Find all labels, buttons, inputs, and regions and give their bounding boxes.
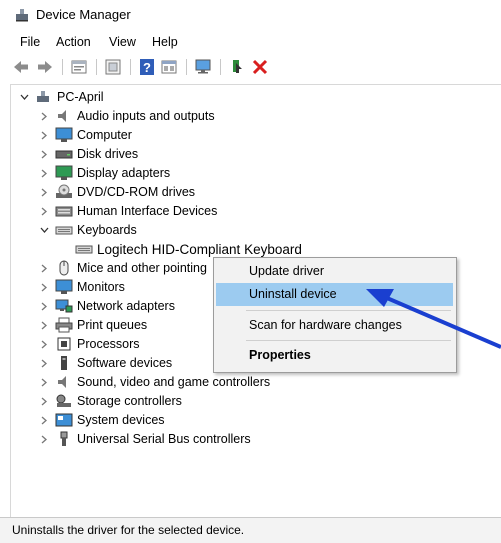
status-bar: Uninstalls the driver for the selected d… [0, 517, 501, 543]
menu-bar: File Action View Help [0, 32, 501, 52]
forward-icon[interactable] [36, 58, 54, 76]
tree-item-label: System devices [77, 413, 165, 427]
refresh-icon[interactable] [104, 58, 122, 76]
chevron-right-icon[interactable] [40, 131, 48, 140]
chevron-right-icon[interactable] [40, 340, 48, 349]
device-manager-icon [16, 9, 28, 22]
title-bar: Device Manager [0, 0, 501, 30]
help-icon[interactable]: ? [138, 58, 156, 76]
window-title: Device Manager [36, 7, 131, 22]
software-device-icon [61, 356, 67, 370]
menu-view[interactable]: View [109, 35, 136, 49]
speaker-icon [58, 110, 66, 122]
properties-icon[interactable] [70, 58, 88, 76]
status-text: Uninstalls the driver for the selected d… [12, 523, 245, 537]
tree-item-label: Computer [77, 128, 132, 142]
monitor-icon [55, 127, 73, 142]
dvd-drive-icon [56, 184, 72, 198]
chevron-right-icon[interactable] [40, 207, 48, 216]
chevron-down-icon[interactable] [20, 93, 29, 101]
tree-item-label: Software devices [77, 356, 173, 370]
annotation-arrow-icon [366, 289, 501, 349]
keyboard-icon [55, 226, 73, 235]
chevron-right-icon[interactable] [40, 112, 48, 121]
monitor-icon [55, 279, 73, 294]
svg-text:?: ? [143, 60, 151, 75]
toolbar: ? [0, 56, 501, 80]
tree-item-label: Display adapters [77, 166, 171, 180]
chevron-right-icon[interactable] [40, 150, 48, 159]
chevron-right-icon[interactable] [40, 169, 48, 178]
tree-item-label: Universal Serial Bus controllers [77, 432, 251, 446]
disk-drive-icon [55, 150, 73, 159]
tree-item-label: Audio inputs and outputs [77, 109, 215, 123]
details-icon[interactable] [160, 58, 178, 76]
menu-item-label: Update driver [249, 264, 325, 278]
tree-item-label: Storage controllers [77, 394, 182, 408]
chevron-down-icon[interactable] [40, 226, 49, 234]
tree-root-label: PC-April [57, 90, 104, 104]
uninstall-icon[interactable] [251, 58, 269, 76]
chevron-right-icon[interactable] [40, 378, 48, 387]
update-driver-icon[interactable] [228, 58, 246, 76]
tree-item-label: Monitors [77, 280, 125, 294]
printer-icon [55, 317, 73, 333]
monitor-icon[interactable] [194, 58, 212, 76]
tree-item-label: Print queues [77, 318, 148, 332]
hid-icon [55, 206, 73, 217]
chevron-right-icon[interactable] [40, 283, 48, 292]
menu-help[interactable]: Help [152, 35, 178, 49]
tree-item-label: Human Interface Devices [77, 204, 218, 218]
storage-controller-icon [56, 394, 71, 407]
menu-file[interactable]: File [20, 35, 40, 49]
chevron-right-icon[interactable] [40, 302, 48, 311]
tree-item-label: Disk drives [77, 147, 139, 161]
display-adapter-icon [55, 165, 73, 180]
network-icon [55, 299, 73, 313]
chevron-right-icon[interactable] [40, 416, 48, 425]
tree-item-label: Mice and other pointing [77, 261, 207, 275]
menu-item-label: Uninstall device [249, 287, 337, 301]
speaker-icon [58, 376, 66, 388]
chevron-right-icon[interactable] [40, 264, 48, 273]
chevron-right-icon[interactable] [40, 435, 48, 444]
menu-item-label: Properties [249, 348, 311, 362]
tree-item-label: Network adapters [77, 299, 175, 313]
system-device-icon [55, 413, 73, 427]
keyboard-icon [75, 245, 93, 254]
usb-icon [60, 431, 68, 446]
processor-icon [57, 337, 71, 351]
menu-action[interactable]: Action [56, 35, 91, 49]
back-icon[interactable] [12, 58, 30, 76]
chevron-right-icon[interactable] [40, 359, 48, 368]
chevron-right-icon[interactable] [40, 397, 48, 406]
tree-item-label: Sound, video and game controllers [77, 375, 271, 389]
chevron-right-icon[interactable] [40, 321, 48, 330]
chevron-right-icon[interactable] [40, 188, 48, 197]
computer-icon [37, 91, 49, 102]
update-driver-menu-item[interactable]: Update driver [216, 260, 453, 283]
tree-item-label: DVD/CD-ROM drives [77, 185, 196, 199]
mouse-icon [59, 260, 69, 276]
tree-item-label: Processors [77, 337, 140, 351]
tree-item-label: Keyboards [77, 223, 137, 237]
